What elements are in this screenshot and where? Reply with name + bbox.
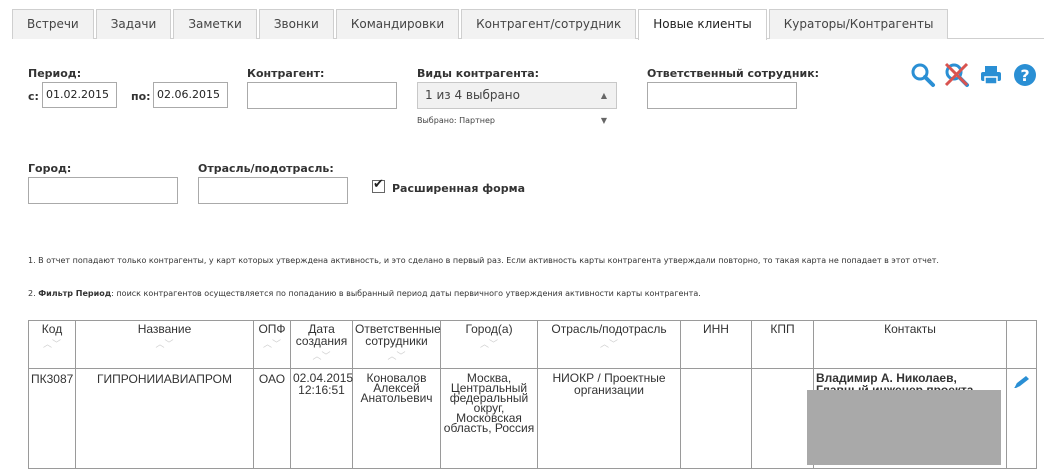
redacted-contact-block: [807, 390, 1001, 465]
tab-counterparty-employee[interactable]: Контрагент/сотрудник: [461, 9, 637, 39]
sort-icon[interactable]: ︿﹀: [443, 339, 535, 349]
note-1: 1. В отчет попадают только контрагенты, …: [28, 256, 939, 265]
cell-opf: ОАО: [253, 368, 291, 469]
sort-icon[interactable]: ︿﹀: [78, 339, 251, 349]
col-contacts-label: Контакты: [884, 322, 936, 336]
edit-pencil-icon[interactable]: [1013, 376, 1031, 392]
tab-bar: Встречи Задачи Заметки Звонки Командиров…: [12, 9, 1044, 40]
cell-responsible: Коновалов Алексей Анатольевич: [352, 368, 441, 469]
col-name[interactable]: Название ︿﹀: [75, 320, 254, 369]
types-selected-note: Выбрано: Партнер: [417, 116, 495, 125]
col-code[interactable]: Код ︿﹀: [28, 320, 76, 369]
cell-created: 02.04.2015 12:16:51: [290, 368, 353, 469]
tab-new-clients[interactable]: Новые клиенты: [638, 9, 767, 40]
cell-industry: НИОКР / Проектные организации: [537, 368, 681, 469]
responsible-employee-label: Ответственный сотрудник:: [647, 67, 820, 80]
col-opf[interactable]: ОПФ ︿﹀: [253, 320, 291, 369]
counterparty-types-value: 1 из 4 выбрано: [425, 88, 520, 102]
col-code-label: Код: [41, 322, 63, 336]
counterparty-label: Контрагент:: [247, 67, 325, 80]
cell-inn: [680, 368, 752, 469]
col-created-label-2: создания: [295, 334, 348, 348]
col-city[interactable]: Город(а) ︿﹀: [440, 320, 538, 369]
extended-form-checkbox[interactable]: [372, 177, 385, 193]
industry-label: Отрасль/подотрасль:: [198, 162, 334, 175]
city-label: Город:: [28, 162, 72, 175]
sort-icon[interactable]: ︿﹀: [31, 339, 73, 349]
svg-text:?: ?: [1020, 66, 1029, 85]
cell-city: Москва, Центральный федеральный округ, М…: [440, 368, 538, 469]
tab-business-trips[interactable]: Командировки: [335, 9, 460, 39]
note-2: 2. Фильтр Период: поиск контрагентов осу…: [28, 289, 701, 298]
period-from-label: с:: [28, 90, 39, 103]
cell-name: ГИПРОНИИАВИАПРОМ: [75, 368, 254, 469]
cell-city-5: область, Россия: [443, 421, 535, 435]
col-name-label: Название: [137, 322, 192, 336]
col-industry-label: Отрасль/подотрасль: [551, 322, 667, 336]
period-label: Период:: [28, 67, 82, 80]
period-to-value: 02.06.2015: [157, 88, 220, 101]
sort-icon[interactable]: ︿﹀: [540, 339, 678, 349]
sort-icon[interactable]: ︿﹀: [355, 351, 438, 361]
period-to-input[interactable]: 02.06.2015: [153, 82, 228, 108]
table-header-row: Код ︿﹀ Название ︿﹀ ОПФ ︿﹀ Дата создания ︿﹀ От…: [28, 320, 1037, 369]
col-industry[interactable]: Отрасль/подотрасль ︿﹀: [537, 320, 681, 369]
cell-created-time: 12:16:51: [298, 383, 345, 397]
cell-actions: [1006, 368, 1037, 469]
note-2-rest: : поиск контрагентов осуществляется по п…: [111, 289, 701, 298]
help-icon[interactable]: ?: [1012, 62, 1038, 88]
col-responsible[interactable]: Ответственные сотрудники ︿﹀: [352, 320, 441, 369]
col-opf-label: ОПФ: [258, 322, 286, 336]
tab-tasks[interactable]: Задачи: [95, 9, 172, 39]
sort-icon[interactable]: ︿﹀: [293, 351, 350, 361]
city-input[interactable]: [28, 177, 178, 204]
industry-input[interactable]: [198, 177, 348, 204]
col-created[interactable]: Дата создания ︿﹀: [290, 320, 353, 369]
extended-form-label: Расширенная форма: [392, 182, 526, 195]
col-city-label: Город(а): [465, 322, 513, 336]
col-inn: ИНН: [680, 320, 752, 369]
responsible-employee-input[interactable]: [647, 82, 797, 109]
print-icon[interactable]: [978, 62, 1004, 88]
counterparty-input[interactable]: [247, 82, 397, 109]
sort-icon[interactable]: ︿﹀: [256, 339, 288, 349]
period-from-value: 01.02.2015: [46, 88, 109, 101]
tab-calls[interactable]: Звонки: [258, 9, 334, 39]
period-from-input[interactable]: 01.02.2015: [42, 82, 117, 108]
period-to-label: по:: [131, 90, 151, 103]
note-2-bold: Фильтр Период: [38, 289, 112, 298]
counterparty-types-select[interactable]: 1 из 4 выбрано ▲ ▼: [417, 82, 617, 125]
cell-resp-3: Анатольевич: [360, 391, 433, 405]
tab-notes[interactable]: Заметки: [173, 9, 257, 39]
clear-filter-icon[interactable]: [944, 62, 970, 88]
tab-meetings[interactable]: Встречи: [12, 9, 94, 39]
search-icon[interactable]: [910, 62, 936, 88]
cell-kpp: [751, 368, 814, 469]
col-kpp-label: КПП: [770, 322, 795, 336]
select-arrows-icon: ▲ ▼: [600, 91, 607, 125]
tab-curators[interactable]: Кураторы/Контрагенты: [768, 9, 949, 39]
counterparty-types-label: Виды контрагента:: [417, 67, 540, 80]
col-actions: [1006, 320, 1037, 369]
col-kpp: КПП: [751, 320, 814, 369]
col-resp-label-2: сотрудники: [365, 334, 428, 348]
col-contacts: Контакты: [813, 320, 1007, 369]
col-inn-label: ИНН: [703, 322, 729, 336]
note-2-prefix: 2.: [28, 289, 36, 298]
cell-code: ПК3087: [28, 368, 76, 469]
